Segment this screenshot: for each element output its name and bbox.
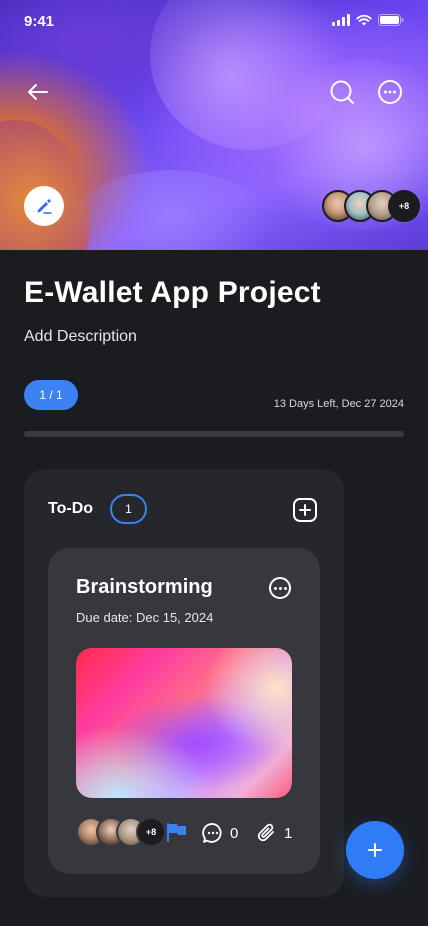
task-more-button[interactable]: [269, 577, 291, 599]
plus-icon: [299, 504, 311, 516]
pencil-icon: [37, 199, 52, 214]
search-button[interactable]: [328, 78, 356, 106]
more-horizontal-icon: [378, 80, 402, 104]
battery-icon: [378, 14, 404, 26]
paperclip-icon: [257, 823, 274, 842]
plus-icon: [368, 843, 382, 857]
more-members-badge: +8: [388, 190, 420, 222]
cellular-signal-icon: [332, 14, 350, 26]
comments-count-value: 0: [230, 824, 239, 842]
add-description-link[interactable]: Add Description: [24, 328, 137, 346]
more-button[interactable]: [376, 78, 404, 106]
deadline-text: 13 Days Left, Dec 27 2024: [273, 398, 404, 410]
search-icon: [330, 80, 354, 104]
priority-flag[interactable]: [166, 822, 188, 842]
attachments-count[interactable]: 1: [256, 822, 292, 844]
task-due-date: Due date: Dec 15, 2024: [76, 610, 214, 625]
task-card[interactable]: Brainstorming Due date: Dec 15, 2024 +8: [48, 548, 320, 874]
comments-count[interactable]: 0: [202, 822, 238, 844]
progress-badge: 1 / 1: [24, 380, 78, 410]
task-footer: +8 0 1: [76, 817, 292, 847]
more-horizontal-icon: [273, 586, 277, 590]
task-title: Brainstorming: [76, 576, 213, 598]
add-task-button[interactable]: [293, 498, 317, 522]
task-cover-image: [76, 648, 292, 798]
project-members[interactable]: +8: [322, 190, 420, 222]
attachments-count-value: 1: [284, 824, 293, 842]
edit-cover-button[interactable]: [24, 186, 64, 226]
task-members[interactable]: +8: [76, 817, 166, 847]
task-count-badge: 1: [110, 494, 147, 524]
add-floating-button[interactable]: [346, 821, 404, 879]
status-time: 9:41: [24, 13, 55, 30]
arrow-left-icon: [28, 84, 48, 100]
page-title: E-Wallet App Project: [24, 276, 321, 309]
flag-icon: [167, 823, 186, 842]
todo-column: To-Do 1 Brainstorming Due date: Dec 15, …: [24, 469, 344, 897]
column-title: To-Do: [48, 500, 94, 517]
more-members-badge: +8: [136, 817, 166, 847]
wifi-icon: [356, 14, 372, 26]
progress-bar: [24, 431, 404, 437]
status-bar: 9:41: [0, 0, 428, 44]
back-button[interactable]: [24, 78, 52, 106]
comment-icon: [202, 823, 222, 843]
